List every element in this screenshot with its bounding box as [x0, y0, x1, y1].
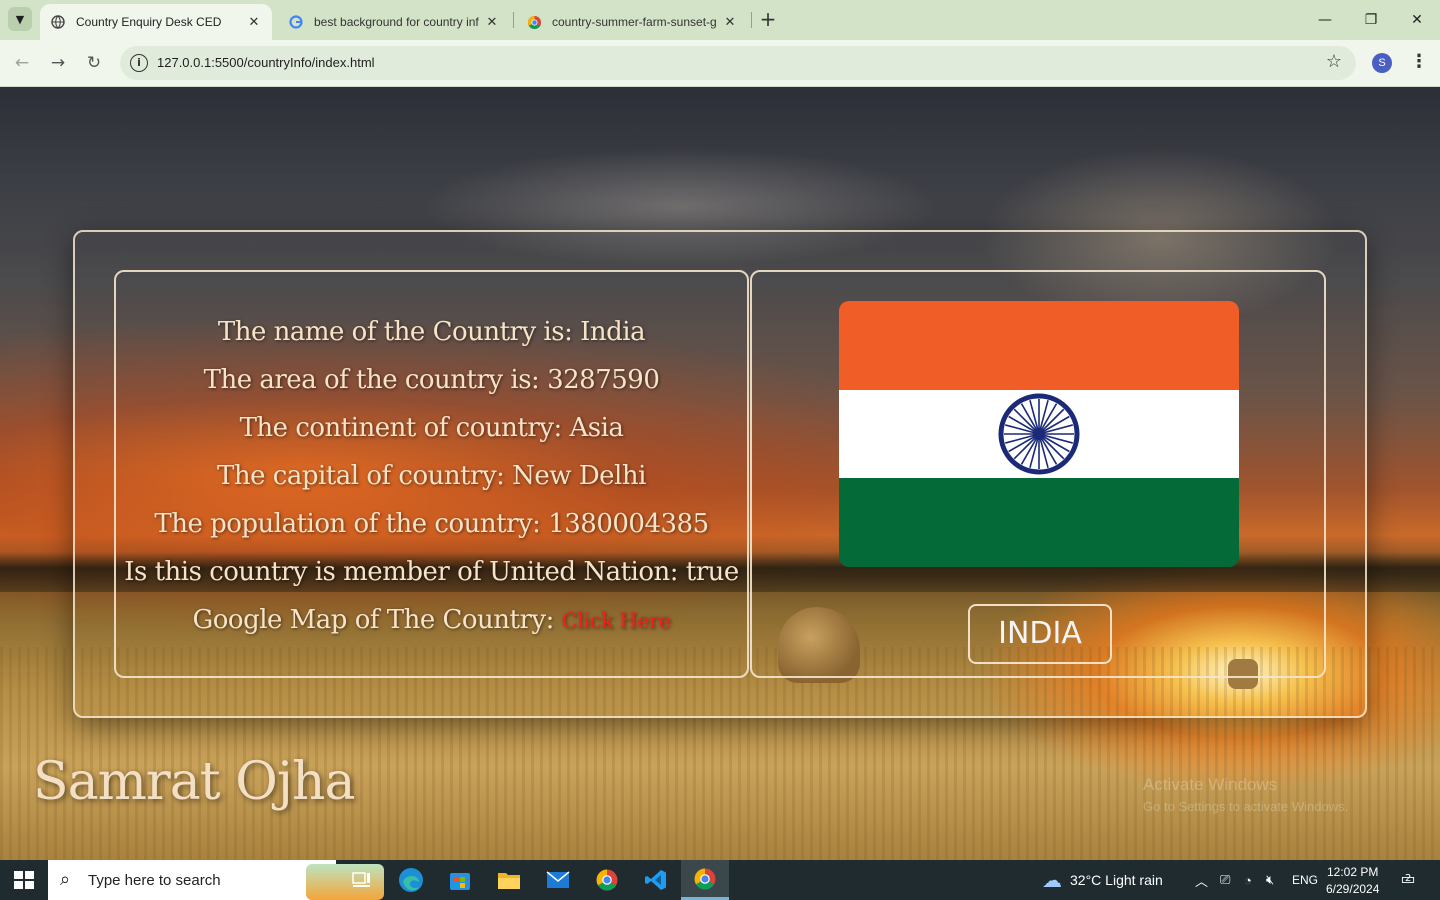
chrome-icon [526, 14, 542, 30]
windows-start-icon[interactable] [14, 871, 34, 889]
microsoft-store-icon[interactable] [436, 860, 484, 900]
forward-arrow-icon[interactable]: → [46, 51, 70, 75]
country-name-text: The name of the Country is: India [217, 317, 646, 347]
flag-green-band [839, 478, 1239, 567]
country-population-text: The population of the country: 138000438… [154, 509, 709, 539]
show-hidden-icons-chevron-icon[interactable]: ︿ [1195, 860, 1208, 900]
chrome-taskbar-icon[interactable] [583, 860, 631, 900]
tab-title: Country Enquiry Desk CED [76, 15, 222, 29]
url-text[interactable]: 127.0.0.1:5500/countryInfo/index.html [157, 55, 375, 70]
tab-best-background[interactable]: best background for country inf ✕ [278, 4, 510, 40]
flag-white-band [839, 389, 1239, 479]
browser-toolbar: ← → ↻ i 127.0.0.1:5500/countryInfo/index… [0, 40, 1440, 87]
page-viewport: The name of the Country is: India The ar… [0, 87, 1440, 860]
country-flag-panel: INDIA [750, 270, 1326, 678]
taskbar-search-box[interactable]: ⌕ Type here to search [48, 860, 384, 900]
search-icon: ⌕ [60, 869, 71, 890]
google-icon [288, 14, 304, 30]
new-tab-button[interactable]: + [758, 9, 778, 31]
tab-title: best background for country inf [314, 15, 479, 29]
globe-icon [50, 14, 66, 30]
network-icon[interactable]: ◔ [1244, 860, 1252, 900]
watermark-title: Activate Windows [1143, 775, 1278, 794]
rain-cloud-icon: ☁ [1042, 869, 1062, 892]
close-icon[interactable]: ✕ [484, 14, 500, 30]
google-map-label: Google Map of The Country: [192, 605, 562, 635]
country-capital-text: The capital of country: New Delhi [217, 461, 646, 491]
notification-count: 2 [1405, 873, 1412, 884]
bookmark-star-icon[interactable]: ☆ [1326, 51, 1342, 72]
clock-time: 12:02 PM [1327, 865, 1379, 879]
menu-dots-icon[interactable]: ⋮ [1410, 51, 1428, 72]
tab-search-button[interactable]: ▼ [8, 7, 32, 31]
country-info-panel: The name of the Country is: India The ar… [114, 270, 749, 678]
system-clock[interactable]: 12:02 PM 6/29/2024 [1326, 864, 1379, 898]
tab-separator [513, 12, 514, 28]
country-area-text: The area of the country is: 3287590 [203, 365, 660, 395]
mail-icon[interactable] [534, 860, 582, 900]
close-icon[interactable]: ✕ [246, 14, 262, 30]
restore-icon[interactable]: ❐ [1359, 8, 1383, 32]
chevron-down-icon: ▼ [15, 12, 25, 26]
flag-saffron-band [839, 301, 1239, 390]
ashoka-chakra-icon [998, 393, 1080, 475]
weather-widget[interactable]: ☁ 32°C Light rain [1042, 860, 1163, 900]
vscode-icon[interactable] [632, 860, 680, 900]
clock-date: 6/29/2024 [1326, 882, 1380, 896]
watermark-subtitle: Go to Settings to activate Windows. [1143, 799, 1349, 814]
minimize-icon[interactable]: — [1313, 8, 1337, 32]
weather-text: 32°C Light rain [1070, 872, 1163, 888]
author-name: Samrat Ojha [33, 752, 355, 812]
close-icon[interactable]: ✕ [722, 14, 738, 30]
tab-separator [751, 12, 752, 28]
window-close-icon[interactable]: ✕ [1405, 8, 1429, 32]
activate-windows-watermark: Activate Windows Go to Settings to activ… [1143, 775, 1348, 814]
reload-icon[interactable]: ↻ [82, 51, 106, 75]
profile-avatar[interactable]: S [1372, 53, 1392, 73]
country-name-button[interactable]: INDIA [968, 604, 1112, 664]
google-map-link[interactable]: Click Here [562, 609, 671, 633]
tab-title: country-summer-farm-sunset-g [552, 15, 717, 29]
india-flag-image [839, 301, 1239, 567]
country-continent-text: The continent of country: Asia [239, 413, 624, 443]
file-explorer-icon[interactable] [485, 860, 533, 900]
notification-center-icon[interactable]: ▭ 2 [1396, 869, 1420, 891]
taskbar-search-placeholder: Type here to search [88, 872, 221, 889]
address-bar[interactable]: i 127.0.0.1:5500/countryInfo/index.html … [120, 46, 1356, 80]
meet-now-icon[interactable]: ⎚ [1220, 860, 1230, 900]
chrome-active-window-icon[interactable] [681, 860, 729, 900]
tab-strip: ▼ Country Enquiry Desk CED ✕ best backgr… [0, 0, 1440, 40]
tab-country-summer-farm[interactable]: country-summer-farm-sunset-g ✕ [516, 4, 748, 40]
volume-muted-icon[interactable]: 🔇︎ [1266, 860, 1274, 900]
back-arrow-icon[interactable]: ← [10, 51, 34, 75]
site-info-icon[interactable]: i [130, 54, 148, 72]
language-indicator[interactable]: ENG [1292, 860, 1318, 900]
windows-taskbar: ⌕ Type here to search ☁ 32°C Light rain … [0, 860, 1440, 900]
tab-country-enquiry[interactable]: Country Enquiry Desk CED ✕ [40, 4, 272, 40]
country-un-member-text: Is this country is member of United Nati… [124, 557, 739, 587]
edge-browser-icon[interactable] [387, 860, 435, 900]
task-view-icon[interactable] [338, 860, 386, 900]
google-map-line: Google Map of The Country: Click Here [193, 596, 671, 645]
